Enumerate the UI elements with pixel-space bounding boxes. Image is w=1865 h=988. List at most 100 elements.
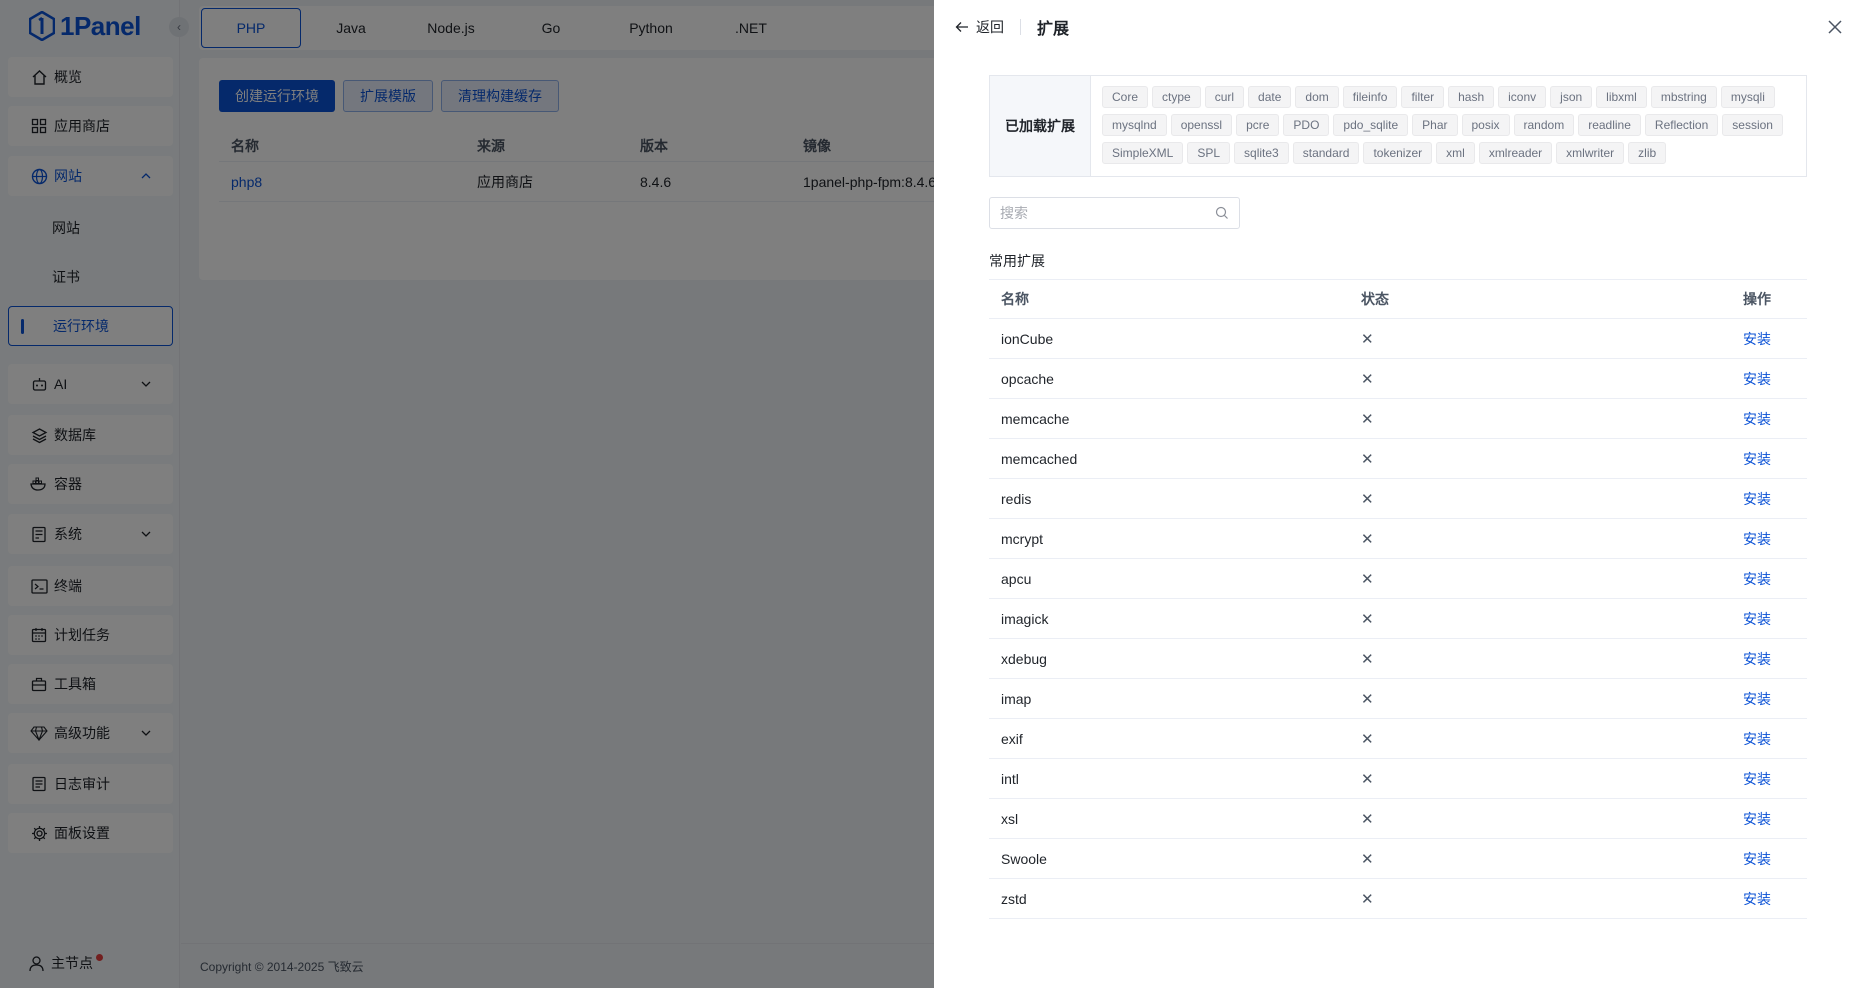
table-row: redis ✕ 安装 [989, 479, 1807, 519]
table-row: opcache ✕ 安装 [989, 359, 1807, 399]
install-button[interactable]: 安装 [1743, 451, 1771, 467]
table-row: ionCube ✕ 安装 [989, 319, 1807, 359]
table-row: Swoole ✕ 安装 [989, 839, 1807, 879]
extension-status: ✕ [1349, 451, 1709, 467]
extension-status: ✕ [1349, 491, 1709, 507]
search-input[interactable] [1000, 205, 1215, 221]
extension-tag: Reflection [1644, 114, 1719, 136]
extension-tag: random [1513, 114, 1575, 136]
install-button[interactable]: 安装 [1743, 571, 1771, 587]
extension-status: ✕ [1349, 731, 1709, 747]
not-installed-icon: ✕ [1361, 410, 1374, 428]
extension-name: exif [1001, 730, 1023, 747]
app-root: 1Panel ‹ 概览 应用商店 网站 [0, 0, 1865, 988]
extension-tag: xmlreader [1478, 142, 1553, 164]
extension-action: 安装 [1709, 849, 1807, 869]
back-button[interactable]: 返回 [954, 17, 1004, 37]
install-button[interactable]: 安装 [1743, 851, 1771, 867]
extension-tag: standard [1292, 142, 1360, 164]
install-button[interactable]: 安装 [1743, 331, 1771, 347]
extension-action: 安装 [1709, 329, 1807, 349]
extension-tag: hash [1448, 86, 1495, 108]
install-button[interactable]: 安装 [1743, 491, 1771, 507]
extension-name: memcache [1001, 410, 1070, 427]
install-button[interactable]: 安装 [1743, 731, 1771, 747]
common-extensions-label: 常用扩展 [989, 253, 1045, 269]
install-button[interactable]: 安装 [1743, 691, 1771, 707]
extension-action: 安装 [1709, 489, 1807, 509]
extension-tag: json [1550, 86, 1593, 108]
extension-status: ✕ [1349, 651, 1709, 667]
extension-action: 安装 [1709, 449, 1807, 469]
extension-tag: curl [1204, 86, 1245, 108]
extension-action: 安装 [1709, 369, 1807, 389]
back-label: 返回 [976, 19, 1004, 35]
extensions-table: 名称 状态 操作 ionCube ✕ 安装 opcache ✕ 安装 memcache ✕ 安装… [989, 279, 1807, 919]
extension-name: apcu [1001, 570, 1032, 587]
table-row: apcu ✕ 安装 [989, 559, 1807, 599]
extensions-drawer: 返回 扩展 已加载扩展 Core ctype curl date dom fileinfo… [934, 0, 1865, 988]
loaded-extensions-list: Core ctype curl date dom fileinfo filter hash ic… [1091, 76, 1806, 176]
extension-name: xsl [1001, 810, 1019, 827]
extension-name: ionCube [1001, 330, 1054, 347]
loaded-extensions-label: 已加载扩展 [990, 76, 1091, 176]
extension-name: intl [1001, 770, 1019, 787]
not-installed-icon: ✕ [1361, 570, 1374, 588]
extension-tag: posix [1461, 114, 1510, 136]
column-header-action: 操作 [1743, 291, 1771, 307]
extension-action: 安装 [1709, 569, 1807, 589]
install-button[interactable]: 安装 [1743, 651, 1771, 667]
not-installed-icon: ✕ [1361, 650, 1374, 668]
extension-name: zstd [1001, 890, 1027, 907]
extension-name: Swoole [1001, 850, 1047, 867]
not-installed-icon: ✕ [1361, 450, 1374, 468]
column-header-name: 名称 [1001, 291, 1029, 307]
not-installed-icon: ✕ [1361, 610, 1374, 628]
extension-search [989, 197, 1240, 229]
extension-name: opcache [1001, 370, 1054, 387]
install-button[interactable]: 安装 [1743, 531, 1771, 547]
extension-action: 安装 [1709, 889, 1807, 909]
extension-tag: Core [1102, 86, 1149, 108]
install-button[interactable]: 安装 [1743, 771, 1771, 787]
column-header-status: 状态 [1361, 291, 1389, 307]
extension-status: ✕ [1349, 691, 1709, 707]
extension-tag: sqlite3 [1234, 142, 1289, 164]
extension-tag: openssl [1170, 114, 1233, 136]
install-button[interactable]: 安装 [1743, 371, 1771, 387]
extension-tag: xml [1436, 142, 1475, 164]
extension-tag: filter [1401, 86, 1445, 108]
loaded-extensions-panel: 已加载扩展 Core ctype curl date dom fileinfo filter… [989, 75, 1807, 177]
extension-tag: ctype [1152, 86, 1201, 108]
install-button[interactable]: 安装 [1743, 611, 1771, 627]
drawer-header: 返回 扩展 [954, 14, 1069, 40]
not-installed-icon: ✕ [1361, 810, 1374, 828]
extension-tag: dom [1295, 86, 1339, 108]
extension-tag: mbstring [1650, 86, 1717, 108]
install-button[interactable]: 安装 [1743, 891, 1771, 907]
extension-tag: session [1722, 114, 1783, 136]
table-row: imagick ✕ 安装 [989, 599, 1807, 639]
not-installed-icon: ✕ [1361, 330, 1374, 348]
extension-name: xdebug [1001, 650, 1047, 667]
extension-tag: pdo_sqlite [1333, 114, 1409, 136]
install-button[interactable]: 安装 [1743, 411, 1771, 427]
close-icon[interactable] [1827, 19, 1843, 35]
extension-status: ✕ [1349, 771, 1709, 787]
not-installed-icon: ✕ [1361, 730, 1374, 748]
extension-status: ✕ [1349, 531, 1709, 547]
extension-tag: tokenizer [1363, 142, 1433, 164]
extension-tag: iconv [1498, 86, 1547, 108]
extension-tag: date [1248, 86, 1292, 108]
extension-action: 安装 [1709, 769, 1807, 789]
extension-tag: mysqlnd [1102, 114, 1167, 136]
extension-status: ✕ [1349, 411, 1709, 427]
not-installed-icon: ✕ [1361, 370, 1374, 388]
extension-tag: PDO [1283, 114, 1330, 136]
extension-action: 安装 [1709, 409, 1807, 429]
extension-status: ✕ [1349, 891, 1709, 907]
extension-tag: xmlwriter [1556, 142, 1625, 164]
not-installed-icon: ✕ [1361, 490, 1374, 508]
install-button[interactable]: 安装 [1743, 811, 1771, 827]
search-icon[interactable] [1215, 206, 1229, 220]
